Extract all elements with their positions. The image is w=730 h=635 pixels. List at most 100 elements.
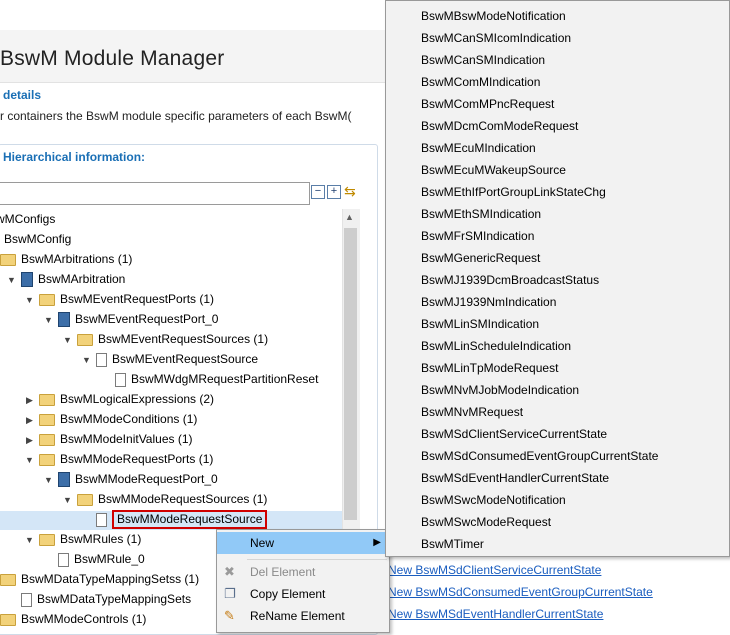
folder-icon	[39, 433, 55, 446]
submenu-item[interactable]: BswMBswModeNotification	[421, 5, 566, 27]
tree-item[interactable]: BswMDataTypeMappingSetss (1)	[0, 569, 199, 589]
submenu-item[interactable]: BswMEcuMIndication	[421, 137, 536, 159]
tree-item-label: BswMEventRequestSource	[112, 352, 259, 366]
tree-item[interactable]: ▼ BswMEventRequestSources (1)	[62, 329, 268, 349]
sync-icon[interactable]: ⇆	[344, 183, 356, 200]
tree-item[interactable]: ▶ BswMModeConditions (1)	[24, 409, 197, 429]
submenu-item[interactable]: BswMDcmComModeRequest	[421, 115, 578, 137]
submenu-item[interactable]: BswMSwcModeNotification	[421, 489, 566, 511]
submenu-item[interactable]: BswMLinSMIndication	[421, 313, 539, 335]
expand-toggle-icon[interactable]: ▼	[43, 310, 54, 330]
expand-toggle-icon[interactable]: ▼	[81, 350, 92, 370]
tree-item-label: BswMWdgMRequestPartitionReset	[131, 372, 319, 386]
expand-toggle-icon[interactable]: ▼	[24, 290, 35, 310]
submenu-item[interactable]: BswMJ1939DcmBroadcastStatus	[421, 269, 599, 291]
tree-item[interactable]: BswMModeRequestSource	[81, 509, 268, 529]
tree-item[interactable]: BswMWdgMRequestPartitionReset	[100, 369, 318, 389]
tree-item-label: BswMModeRequestPorts (1)	[60, 452, 214, 466]
menu-item-copy-label: Copy Element	[250, 587, 326, 601]
tree-item[interactable]: ▶ BswMModeInitValues (1)	[24, 429, 193, 450]
tree-item[interactable]: BswMRule_0	[43, 549, 145, 569]
expand-toggle-icon[interactable]: ▼	[24, 450, 35, 470]
folder-icon	[39, 413, 55, 426]
submenu-item[interactable]: BswMComMIndication	[421, 71, 540, 93]
collapse-toggle-icon[interactable]: ▶	[24, 410, 35, 430]
folder-icon	[39, 293, 55, 306]
collapse-toggle-icon[interactable]: ▶	[24, 430, 35, 450]
link-new-sd-client-service[interactable]: New BswMSdClientServiceCurrentState	[388, 563, 601, 577]
scroll-up-icon[interactable]: ▲	[345, 212, 354, 222]
tree-item-label: BswMEventRequestPort_0	[75, 312, 219, 326]
link-new-sd-consumed-event-group[interactable]: New BswMSdConsumedEventGroupCurrentState	[388, 585, 653, 599]
expand-toggle-icon[interactable]: ▼	[6, 270, 17, 290]
tree-item-label: BswMArbitrations (1)	[21, 252, 133, 266]
tree-item-label: BswMModeInitValues (1)	[60, 432, 193, 446]
details-heading[interactable]: details	[3, 88, 41, 102]
submenu-item[interactable]: BswMSwcModeRequest	[421, 511, 551, 533]
submenu-item[interactable]: BswMEthSMIndication	[421, 203, 541, 225]
submenu-item[interactable]: BswMEcuMWakeupSource	[421, 159, 566, 181]
document-icon	[96, 352, 107, 367]
filter-input[interactable]	[0, 182, 310, 205]
tree-item-label: BswMModeRequestSource	[112, 510, 268, 529]
submenu-item[interactable]: BswMFrSMIndication	[421, 225, 534, 247]
tree-item[interactable]: ▼ BswMModeRequestPorts (1)	[24, 449, 213, 469]
tree-item[interactable]: BswMModeControls (1)	[0, 609, 146, 629]
link-new-sd-event-handler[interactable]: New BswMSdEventHandlerCurrentState	[388, 607, 603, 621]
submenu-item[interactable]: BswMSdEventHandlerCurrentState	[421, 467, 609, 489]
submenu-item[interactable]: BswMCanSMIndication	[421, 49, 545, 71]
submenu-item[interactable]: BswMComMPncRequest	[421, 93, 554, 115]
folder-icon	[39, 393, 55, 406]
tree-item[interactable]: ▼ BswMEventRequestPorts (1)	[24, 289, 214, 309]
copy-icon: ❐	[224, 586, 236, 601]
menu-item-del-element[interactable]: ✖ Del Element	[217, 561, 389, 583]
tree-item-label: BswMDataTypeMappingSets	[37, 592, 192, 606]
submenu-item[interactable]: BswMCanSMIcomIndication	[421, 27, 571, 49]
expand-all-icon[interactable]: +	[327, 185, 341, 199]
submenu-item[interactable]: BswMEthIfPortGroupLinkStateChg	[421, 181, 606, 203]
folder-icon	[39, 533, 55, 546]
hierarchy-heading[interactable]: Hierarchical information:	[3, 150, 145, 164]
tree-item[interactable]: BswMDataTypeMappingSets	[6, 589, 191, 609]
folder-icon	[39, 453, 55, 466]
expand-toggle-icon[interactable]: ▼	[62, 330, 73, 350]
menu-item-new[interactable]: New ▶	[217, 532, 389, 554]
tree-item-label: BswMConfig	[4, 232, 72, 246]
submenu-item[interactable]: BswMGenericRequest	[421, 247, 540, 269]
submenu-item[interactable]: BswMSdClientServiceCurrentState	[421, 423, 607, 445]
module-icon	[21, 272, 33, 288]
module-icon	[58, 472, 70, 488]
submenu-item[interactable]: BswMJ1939NmIndication	[421, 291, 556, 313]
tree-item[interactable]: ▶ BswMLogicalExpressions (2)	[24, 389, 214, 409]
submenu-item[interactable]: BswMNvMRequest	[421, 401, 523, 423]
menu-item-copy-element[interactable]: ❐ Copy Element	[217, 583, 389, 605]
scrollbar-thumb[interactable]	[344, 228, 357, 520]
expand-toggle-icon[interactable]: ▼	[24, 530, 35, 550]
submenu-item[interactable]: BswMSdConsumedEventGroupCurrentState	[421, 445, 658, 467]
tree-item-label: wMConfigs	[0, 212, 56, 226]
menu-item-del-label: Del Element	[250, 565, 316, 579]
expand-toggle-icon[interactable]: ▼	[62, 490, 73, 510]
collapse-all-icon[interactable]: −	[311, 185, 325, 199]
tree-item-label: BswMModeControls (1)	[21, 612, 147, 626]
tree-item[interactable]: ▼ BswMEventRequestPort_0	[43, 309, 218, 329]
tree-item-label: BswMLogicalExpressions (2)	[60, 392, 215, 406]
tree-item[interactable]: ▼ BswMModeRequestSources (1)	[62, 489, 267, 509]
submenu-item[interactable]: BswMLinTpModeRequest	[421, 357, 558, 379]
collapse-toggle-icon[interactable]: ▶	[24, 390, 35, 410]
tree-item[interactable]: ▼ BswMRules (1)	[24, 529, 141, 549]
menu-item-rename-element[interactable]: ✎ ReName Element	[217, 605, 389, 627]
expand-toggle-icon[interactable]: ▼	[43, 470, 54, 490]
submenu-item[interactable]: BswMTimer	[421, 533, 484, 555]
tree-item-label: BswMModeRequestSources (1)	[98, 492, 268, 506]
submenu-item[interactable]: BswMNvMJobModeIndication	[421, 379, 579, 401]
tree-item[interactable]: ▼ BswMArbitration	[6, 269, 125, 289]
tree-item[interactable]: BswMConfig	[4, 229, 71, 249]
tree-item[interactable]: ▼ BswMEventRequestSource	[81, 349, 258, 369]
folder-icon	[0, 253, 16, 266]
tree-item[interactable]: wMConfigs	[0, 209, 55, 229]
submenu-item[interactable]: BswMLinScheduleIndication	[421, 335, 571, 357]
tree-item[interactable]: ▼ BswMModeRequestPort_0	[43, 469, 218, 489]
module-icon	[58, 312, 70, 328]
tree-item[interactable]: BswMArbitrations (1)	[0, 249, 132, 269]
